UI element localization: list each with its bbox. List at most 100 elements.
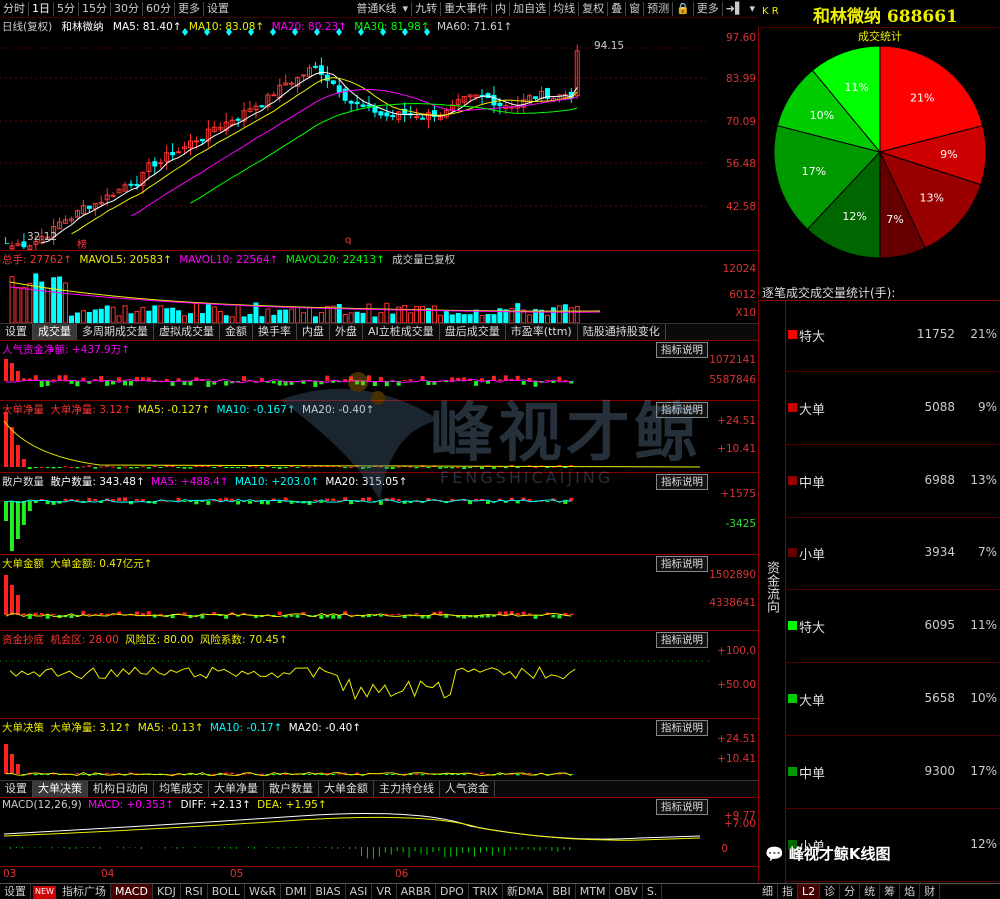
tab-fenshi[interactable]: 分时 <box>0 1 28 17</box>
tab1-ai-volume[interactable]: AI立桩成交量 <box>363 324 440 340</box>
tab1-hk-connect[interactable]: 陆股通持股变化 <box>578 324 666 340</box>
bang-marker: 榜 <box>77 240 87 251</box>
dropdown-icon[interactable]: ▾ <box>746 1 758 17</box>
tab2-settings[interactable]: 设置 <box>0 781 33 797</box>
volume-bar <box>9 276 15 323</box>
bottom-tab-mtm[interactable]: MTM <box>576 884 611 899</box>
tab2-avg-trade[interactable]: 均笔成交 <box>154 781 209 797</box>
tab1-settings[interactable]: 设置 <box>0 324 33 340</box>
right-tab-2[interactable]: L2 <box>798 884 821 899</box>
forecast-button[interactable]: 预测 <box>644 1 672 17</box>
candle-body <box>330 80 336 84</box>
add-watchlist-button[interactable]: 加自选 <box>510 1 549 17</box>
tab-more[interactable]: 更多 <box>175 1 203 17</box>
right-tab-3[interactable]: 诊 <box>820 884 841 899</box>
bottom-tab-dpo[interactable]: DPO <box>436 884 469 899</box>
tab1-volume[interactable]: 成交量 <box>33 324 77 340</box>
jiuzhuan-button[interactable]: 九转 <box>412 1 440 17</box>
ma-button[interactable]: 均线 <box>550 1 578 17</box>
bottom-tab-arbr[interactable]: ARBR <box>397 884 436 899</box>
bottom-tab-指标广场[interactable]: 指标广场 <box>58 884 111 899</box>
tab2-big-order-amount[interactable]: 大单金额 <box>319 781 374 797</box>
tab2-main-position[interactable]: 主力持仓线 <box>374 781 440 797</box>
tab2-institution[interactable]: 机构日动向 <box>88 781 154 797</box>
bottom-tab-dmi[interactable]: DMI <box>281 884 312 899</box>
kline-type-select[interactable]: 普通K线 <box>353 1 399 17</box>
tab1-inner[interactable]: 内盘 <box>297 324 330 340</box>
inner-button[interactable]: 内 <box>492 1 509 17</box>
volume-bar <box>128 313 134 323</box>
macd-bar <box>384 847 386 853</box>
major-events-button[interactable]: 重大事件 <box>441 1 491 17</box>
p2-bar <box>468 467 473 468</box>
macd-bar <box>378 847 380 857</box>
tab1-pe-ttm[interactable]: 市盈率(ttm) <box>506 324 578 340</box>
p3-bar <box>134 499 139 501</box>
tab-1day[interactable]: 1日 <box>29 1 53 17</box>
p6-bar <box>259 773 264 775</box>
bottom-tab-rsi[interactable]: RSI <box>181 884 208 899</box>
tab-60min[interactable]: 60分 <box>143 1 174 17</box>
bottom-tab-obv[interactable]: OBV <box>610 884 643 899</box>
macd-bar <box>432 847 434 853</box>
p3-axis-1: +1575 <box>720 488 756 500</box>
overlay-button[interactable]: 叠 <box>608 1 625 17</box>
lock-icon[interactable]: 🔒 <box>673 1 693 17</box>
bottom-tab-boll[interactable]: BOLL <box>208 884 246 899</box>
tab2-retail-count[interactable]: 散户数量 <box>264 781 319 797</box>
tab2-popularity[interactable]: 人气资金 <box>440 781 495 797</box>
tab-15min[interactable]: 15分 <box>79 1 110 17</box>
p2-bar <box>545 467 550 468</box>
adjust-button[interactable]: 复权 <box>579 1 607 17</box>
chevron-down-icon[interactable]: ▾ <box>400 1 412 17</box>
macd-bar <box>337 847 339 849</box>
right-tab-8[interactable]: 财 <box>920 884 941 899</box>
macd-panel: MACD(12,26,9) MACD: +0.353↑ DIFF: +2.13↑… <box>0 797 758 867</box>
bottom-tab-bbi[interactable]: BBI <box>548 884 576 899</box>
trade-stats-panel: 成交统计 21% 9% 13% 7% 12% 17% 10% 11% <box>758 28 1000 298</box>
tab2-big-order-net[interactable]: 大单净量 <box>209 781 264 797</box>
macd-bar <box>87 847 89 849</box>
right-tab-0[interactable]: 细 <box>758 884 778 899</box>
bottom-tab-vr[interactable]: VR <box>372 884 397 899</box>
tab1-multi-period-volume[interactable]: 多周期成交量 <box>77 324 154 340</box>
candle-body <box>289 82 295 85</box>
tab-5min[interactable]: 5分 <box>54 1 78 17</box>
bottom-tab-新dma[interactable]: 新DMA <box>503 884 549 899</box>
arrow-right-icon[interactable]: ➜▌ <box>723 1 747 17</box>
p2-bar <box>45 467 50 469</box>
p3-bar <box>468 501 473 505</box>
bottom-tab-w&r[interactable]: W&R <box>245 884 282 899</box>
bottom-tab-设置[interactable]: 设置 <box>0 884 31 899</box>
bottom-tab-kdj[interactable]: KDJ <box>153 884 181 899</box>
tab1-after-hours[interactable]: 盘后成交量 <box>440 324 506 340</box>
bottom-tab-trix[interactable]: TRIX <box>469 884 503 899</box>
bottom-tab-bias[interactable]: BIAS <box>311 884 346 899</box>
p6-bar <box>420 774 425 776</box>
tab-settings[interactable]: 设置 <box>204 1 232 17</box>
tab1-outer[interactable]: 外盘 <box>330 324 363 340</box>
bottom-tab-s.[interactable]: S. <box>643 884 663 899</box>
bottom-tab-macd[interactable]: MACD <box>110 884 153 899</box>
right-tab-7[interactable]: 焰 <box>900 884 921 899</box>
p1-bar <box>45 381 50 386</box>
p6-axis-1: +24.51 <box>717 733 756 745</box>
tab2-big-order-decision[interactable]: 大单决策 <box>33 781 88 797</box>
volume-bar <box>289 308 295 323</box>
macd-bar <box>271 847 273 848</box>
p1-bar <box>128 381 133 386</box>
p3-bar <box>545 501 550 503</box>
right-tab-5[interactable]: 统 <box>860 884 881 899</box>
right-tab-4[interactable]: 分 <box>840 884 861 899</box>
right-tab-6[interactable]: 筹 <box>880 884 901 899</box>
window-button[interactable]: 窗 <box>626 1 643 17</box>
tab-30min[interactable]: 30分 <box>111 1 142 17</box>
bottom-tab-asi[interactable]: ASI <box>346 884 373 899</box>
tab1-turnover[interactable]: 换手率 <box>253 324 297 340</box>
right-tab-1[interactable]: 指 <box>778 884 798 899</box>
tab1-virtual-volume[interactable]: 虚拟成交量 <box>154 324 220 340</box>
more-button[interactable]: 更多 <box>694 1 722 17</box>
volume-panel: 总手: 27762↑ MAVOL5: 20583↑ MAVOL10: 22564… <box>0 250 758 323</box>
date-03: 03 <box>3 868 17 880</box>
tab1-amount[interactable]: 金额 <box>220 324 253 340</box>
